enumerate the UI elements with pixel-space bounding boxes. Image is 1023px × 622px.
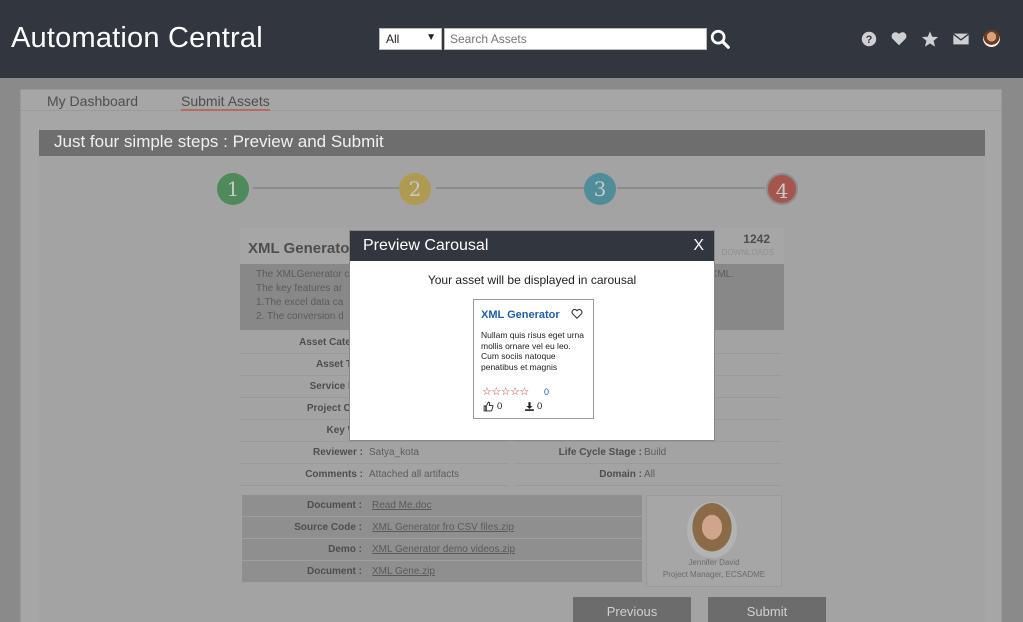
downloads-count: 1242 xyxy=(743,232,770,246)
link-key: Document : xyxy=(307,500,362,511)
like-count: 0 xyxy=(497,401,503,412)
search-icon[interactable] xyxy=(709,28,731,50)
previous-button[interactable]: Previous xyxy=(573,597,691,622)
asset-title: XML Generator xyxy=(248,240,356,257)
link-row: Demo : XML Generator demo videos.zip xyxy=(242,539,642,561)
link-key: Source Code : xyxy=(294,522,362,533)
downloads-label: DOWNLOADS xyxy=(721,248,774,257)
step-connector xyxy=(617,187,765,189)
carousal-asset-card[interactable]: XML Generator Nullam quis risus eget urn… xyxy=(473,299,594,419)
step-4[interactable]: 4 xyxy=(766,173,798,205)
meta-key: Comments : xyxy=(305,469,363,480)
meta-row: Reviewer : Satya_kota xyxy=(240,443,508,464)
star-icon[interactable] xyxy=(921,30,939,48)
card-description: Nullam quis risus eget urna mollis ornar… xyxy=(481,330,584,372)
star-rating-icons[interactable]: ☆☆☆☆☆ xyxy=(482,385,529,398)
svg-text:?: ? xyxy=(866,34,873,46)
meta-value: All xyxy=(644,469,656,480)
heart-icon[interactable] xyxy=(890,30,908,48)
sub-nav: My Dashboard Submit Assets xyxy=(21,90,1001,111)
app-title[interactable]: Automation Central xyxy=(11,22,263,55)
user-avatar[interactable] xyxy=(983,30,1000,47)
modal-header: Preview Carousal X xyxy=(350,231,714,261)
search-scope-select[interactable]: All ▼ xyxy=(379,28,442,50)
card-title[interactable]: XML Generator xyxy=(481,309,560,321)
close-button[interactable]: X xyxy=(693,237,704,255)
meta-key: Domain : xyxy=(599,469,642,480)
meta-value: Build xyxy=(644,447,667,458)
meta-key: Life Cycle Stage : xyxy=(558,447,642,458)
download-icon[interactable] xyxy=(524,401,535,412)
top-header: Automation Central All ▼ ? xyxy=(0,0,1023,78)
chevron-down-icon: ▼ xyxy=(426,32,436,43)
document-link[interactable]: XML Gene.zip xyxy=(372,566,435,577)
submit-button[interactable]: Submit xyxy=(708,597,826,622)
modal-title: Preview Carousal xyxy=(363,237,489,254)
step-3[interactable]: 3 xyxy=(584,173,616,205)
meta-value: Satya_kota xyxy=(369,447,420,458)
thumbs-up-icon[interactable] xyxy=(483,401,494,412)
meta-key: Reviewer : xyxy=(312,447,363,458)
owner-name: Jennifer David xyxy=(688,558,740,567)
search-scope-value: All xyxy=(386,32,400,46)
meta-row: Comments : Attached all artifacts xyxy=(240,465,508,486)
step-connector xyxy=(253,187,399,189)
preview-carousal-modal: Preview Carousal X Your asset will be di… xyxy=(349,230,715,441)
link-row: Document : Read Me.doc xyxy=(242,495,642,517)
download-count: 0 xyxy=(537,401,543,412)
link-row: Source Code : XML Generator fro CSV file… xyxy=(242,517,642,539)
asset-links: Document : Read Me.doc Source Code : XML… xyxy=(242,495,642,583)
meta-value: Attached all artifacts xyxy=(369,469,460,480)
step-1[interactable]: 1 xyxy=(217,173,249,205)
heart-icon[interactable] xyxy=(571,308,583,320)
help-icon[interactable]: ? xyxy=(860,30,878,48)
step-connector xyxy=(436,187,584,189)
meta-row: Domain : All xyxy=(514,465,782,486)
link-key: Document : xyxy=(307,566,362,577)
document-link[interactable]: Read Me.doc xyxy=(372,500,431,511)
link-key: Demo : xyxy=(328,544,362,555)
nav-my-dashboard[interactable]: My Dashboard xyxy=(47,93,138,109)
owner-role: Project Manager, ECSADME xyxy=(662,570,766,579)
meta-row: Life Cycle Stage : Build xyxy=(514,443,782,464)
source-code-link[interactable]: XML Generator fro CSV files.zip xyxy=(372,522,514,533)
mail-icon[interactable] xyxy=(952,30,970,48)
owner-card: Jennifer David Project Manager, ECSADME xyxy=(646,495,782,587)
steps-title: Just four simple steps : Preview and Sub… xyxy=(39,130,985,156)
nav-submit-assets[interactable]: Submit Assets xyxy=(181,93,270,111)
owner-photo xyxy=(687,502,737,558)
search-input[interactable] xyxy=(444,28,707,50)
link-row: Document : XML Gene.zip xyxy=(242,561,642,583)
step-2[interactable]: 2 xyxy=(399,173,431,205)
demo-link[interactable]: XML Generator demo videos.zip xyxy=(372,544,515,555)
modal-message: Your asset will be displayed in carousal xyxy=(427,273,637,287)
rating-count: 0 xyxy=(544,387,550,397)
